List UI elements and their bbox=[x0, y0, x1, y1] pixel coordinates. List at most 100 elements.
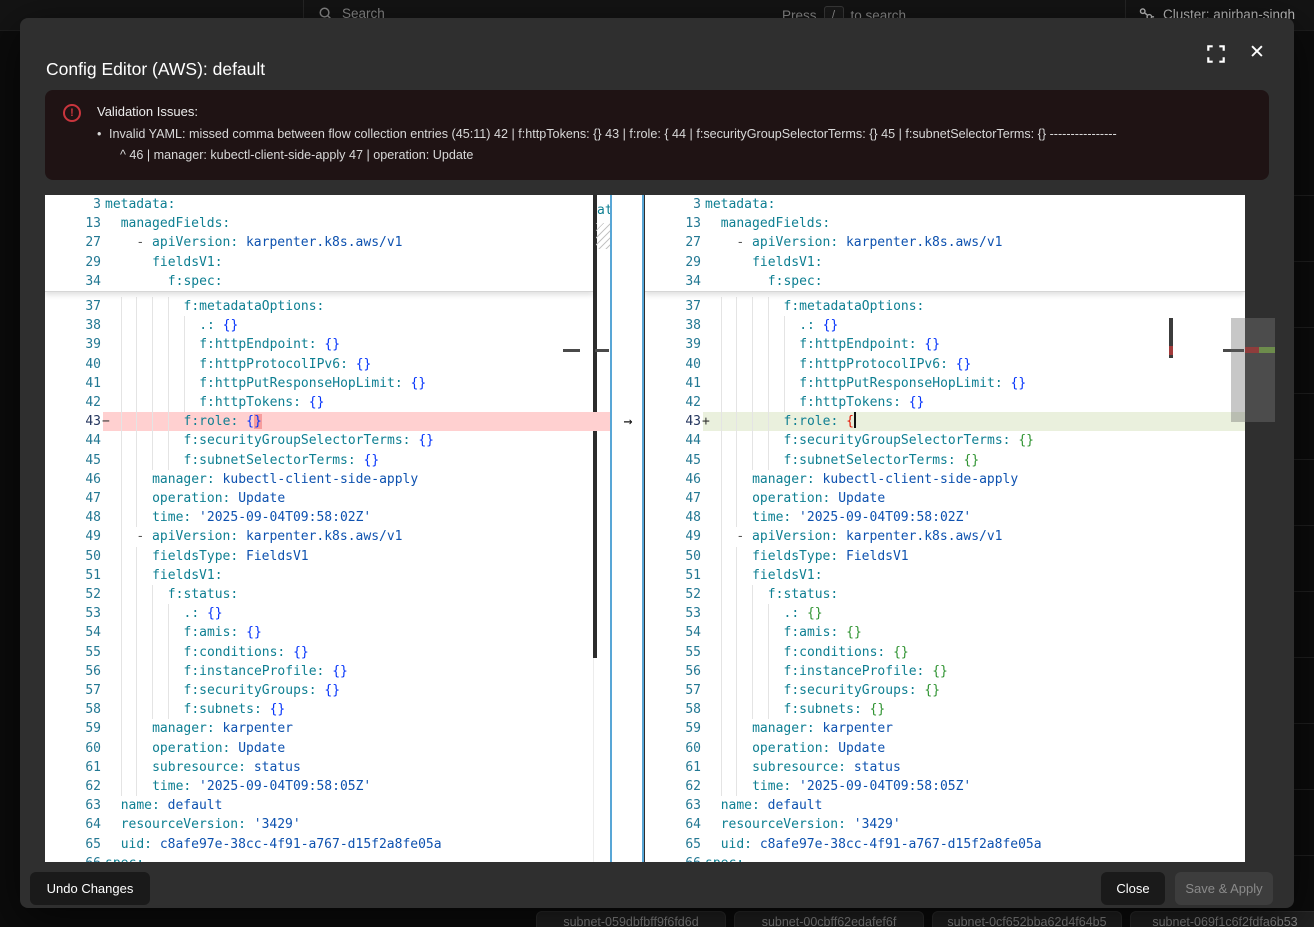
code-line-modified-52[interactable]: 52f:status: bbox=[645, 585, 1245, 604]
sash-right-border[interactable] bbox=[642, 195, 644, 862]
code-line-original-60[interactable]: 60operation: Update bbox=[45, 739, 593, 758]
indent-guide bbox=[721, 623, 722, 642]
token: f:httpPutResponseHopLimit: bbox=[199, 376, 403, 391]
code-line-modified-39[interactable]: 39f:httpEndpoint: {} bbox=[645, 335, 1245, 354]
code-line-original-sticky-34[interactable]: 34f:spec: bbox=[45, 272, 593, 291]
code-line-original-sticky-29[interactable]: 29fieldsV1: bbox=[45, 253, 593, 272]
code-line-modified-50[interactable]: 50fieldsType: FieldsV1 bbox=[645, 547, 1245, 566]
code-line-original-57[interactable]: 57f:securityGroups: {} bbox=[45, 681, 593, 700]
code-line-modified-66[interactable]: 66spec: bbox=[645, 854, 1245, 862]
code-line-original-39[interactable]: 39f:httpEndpoint: {} bbox=[45, 335, 593, 354]
code-line-modified-64[interactable]: 64resourceVersion: '3429' bbox=[645, 815, 1245, 834]
code-line-modified-42[interactable]: 42f:httpTokens: {} bbox=[645, 393, 1245, 412]
code-line-modified-38[interactable]: 38.: {} bbox=[645, 316, 1245, 335]
code-line-original-sticky-3[interactable]: 3metadata: bbox=[45, 195, 593, 214]
code-line-modified-57[interactable]: 57f:securityGroups: {} bbox=[645, 681, 1245, 700]
token: f:instanceProfile: bbox=[184, 664, 325, 679]
code-line-original-52[interactable]: 52f:status: bbox=[45, 585, 593, 604]
token: {} bbox=[924, 683, 940, 698]
code-line-original-64[interactable]: 64resourceVersion: '3429' bbox=[45, 815, 593, 834]
code-line-original-54[interactable]: 54f:amis: {} bbox=[45, 623, 593, 642]
code-line-modified-53[interactable]: 53.: {} bbox=[645, 604, 1245, 623]
code-line-original-46[interactable]: 46manager: kubectl-client-side-apply bbox=[45, 470, 593, 489]
fullscreen-icon[interactable] bbox=[1205, 43, 1227, 65]
code-line-modified-sticky-3[interactable]: 3metadata: bbox=[645, 195, 1245, 214]
code-line-modified-sticky-29[interactable]: 29fieldsV1: bbox=[645, 253, 1245, 272]
code-line-original-66[interactable]: 66spec: bbox=[45, 854, 593, 862]
token: - bbox=[736, 235, 752, 250]
code-line-original-59[interactable]: 59manager: karpenter bbox=[45, 719, 593, 738]
code-line-original-40[interactable]: 40f:httpProtocolIPv6: {} bbox=[45, 355, 593, 374]
code-text: f:instanceProfile: {} bbox=[184, 662, 348, 681]
code-line-original-41[interactable]: 41f:httpPutResponseHopLimit: {} bbox=[45, 374, 593, 393]
code-line-original-45[interactable]: 45f:subnetSelectorTerms: {} bbox=[45, 451, 593, 470]
code-line-original-37[interactable]: 37f:metadataOptions: bbox=[45, 297, 593, 316]
code-line-original-49[interactable]: 49- apiVersion: karpenter.k8s.aws/v1 bbox=[45, 527, 593, 546]
code-line-original-48[interactable]: 48time: '2025-09-04T09:58:02Z' bbox=[45, 508, 593, 527]
code-line-original-56[interactable]: 56f:instanceProfile: {} bbox=[45, 662, 593, 681]
indent-guide bbox=[784, 393, 785, 412]
code-line-original-38[interactable]: 38.: {} bbox=[45, 316, 593, 335]
code-line-modified-44[interactable]: 44f:securityGroupSelectorTerms: {} bbox=[645, 431, 1245, 450]
code-line-original-43[interactable]: 43−f:role: {} bbox=[45, 412, 593, 431]
code-line-original-sticky-13[interactable]: 13managedFields: bbox=[45, 214, 593, 233]
code-line-modified-sticky-34[interactable]: 34f:spec: bbox=[645, 272, 1245, 291]
code-line-modified-56[interactable]: 56f:instanceProfile: {} bbox=[645, 662, 1245, 681]
revert-change-arrow-icon[interactable]: → bbox=[613, 411, 643, 431]
code-line-modified-45[interactable]: 45f:subnetSelectorTerms: {} bbox=[645, 451, 1245, 470]
code-line-modified-59[interactable]: 59manager: karpenter bbox=[645, 719, 1245, 738]
code-line-modified-48[interactable]: 48time: '2025-09-04T09:58:02Z' bbox=[645, 508, 1245, 527]
close-icon[interactable]: ✕ bbox=[1245, 41, 1269, 65]
modal-title: Config Editor (AWS): default bbox=[46, 59, 265, 80]
code-line-original-47[interactable]: 47operation: Update bbox=[45, 489, 593, 508]
original-sticky-scroll-header[interactable]: 3metadata:13managedFields:27- apiVersion… bbox=[45, 195, 593, 292]
code-line-modified-49[interactable]: 49- apiVersion: karpenter.k8s.aws/v1 bbox=[645, 527, 1245, 546]
code-line-modified-40[interactable]: 40f:httpProtocolIPv6: {} bbox=[645, 355, 1245, 374]
code-line-modified-63[interactable]: 63name: default bbox=[645, 796, 1245, 815]
diff-original-pane[interactable]: 37f:metadataOptions:38.: {}39f:httpEndpo… bbox=[45, 195, 593, 862]
right-scrollbar-thumb[interactable] bbox=[1231, 318, 1245, 422]
code-line-modified-51[interactable]: 51fieldsV1: bbox=[645, 566, 1245, 585]
code-line-modified-65[interactable]: 65uid: c8afe97e-38cc-4f91-a767-d15f2a8fe… bbox=[645, 835, 1245, 854]
code-line-modified-61[interactable]: 61subresource: status bbox=[645, 758, 1245, 777]
code-line-modified-37[interactable]: 37f:metadataOptions: bbox=[645, 297, 1245, 316]
sash-left-border[interactable] bbox=[610, 195, 612, 862]
modified-sticky-scroll-header[interactable]: 3metadata:13managedFields:27- apiVersion… bbox=[645, 195, 1245, 292]
indent-guide bbox=[752, 316, 753, 335]
screen: Search Press / to search Cluster: anirba… bbox=[0, 0, 1314, 927]
code-line-original-58[interactable]: 58f:subnets: {} bbox=[45, 700, 593, 719]
code-line-original-42[interactable]: 42f:httpTokens: {} bbox=[45, 393, 593, 412]
code-line-modified-47[interactable]: 47operation: Update bbox=[645, 489, 1245, 508]
diff-overview-ruler[interactable] bbox=[1245, 195, 1275, 862]
undo-changes-button[interactable]: Undo Changes bbox=[30, 872, 150, 905]
code-line-modified-62[interactable]: 62time: '2025-09-04T09:58:05Z' bbox=[645, 777, 1245, 796]
token: {} bbox=[1011, 376, 1027, 391]
indent-guide bbox=[721, 604, 722, 623]
line-number: 50 bbox=[659, 547, 701, 566]
code-line-original-50[interactable]: 50fieldsType: FieldsV1 bbox=[45, 547, 593, 566]
code-line-original-sticky-27[interactable]: 27- apiVersion: karpenter.k8s.aws/v1 bbox=[45, 233, 593, 252]
save-apply-button[interactable]: Save & Apply bbox=[1175, 872, 1273, 905]
code-line-modified-sticky-13[interactable]: 13managedFields: bbox=[645, 214, 1245, 233]
viewport-indicator[interactable] bbox=[1245, 318, 1275, 422]
code-line-modified-46[interactable]: 46manager: kubectl-client-side-apply bbox=[645, 470, 1245, 489]
code-line-original-53[interactable]: 53.: {} bbox=[45, 604, 593, 623]
code-line-original-63[interactable]: 63name: default bbox=[45, 796, 593, 815]
token: '2025-09-04T09:58:05Z' bbox=[191, 779, 371, 794]
code-line-modified-sticky-27[interactable]: 27- apiVersion: karpenter.k8s.aws/v1 bbox=[645, 233, 1245, 252]
code-line-modified-58[interactable]: 58f:subnets: {} bbox=[645, 700, 1245, 719]
code-line-modified-54[interactable]: 54f:amis: {} bbox=[645, 623, 1245, 642]
code-line-modified-41[interactable]: 41f:httpPutResponseHopLimit: {} bbox=[645, 374, 1245, 393]
code-line-original-44[interactable]: 44f:securityGroupSelectorTerms: {} bbox=[45, 431, 593, 450]
code-line-original-55[interactable]: 55f:conditions: {} bbox=[45, 643, 593, 662]
diff-modified-pane[interactable]: 37f:metadataOptions:38.: {}39f:httpEndpo… bbox=[645, 195, 1245, 862]
code-line-modified-43[interactable]: 43+f:role: { bbox=[645, 412, 1245, 431]
code-line-original-51[interactable]: 51fieldsV1: bbox=[45, 566, 593, 585]
code-line-original-61[interactable]: 61subresource: status bbox=[45, 758, 593, 777]
close-button[interactable]: Close bbox=[1101, 872, 1165, 905]
line-number: 52 bbox=[659, 585, 701, 604]
code-line-original-65[interactable]: 65uid: c8afe97e-38cc-4f91-a767-d15f2a8fe… bbox=[45, 835, 593, 854]
code-line-modified-60[interactable]: 60operation: Update bbox=[645, 739, 1245, 758]
code-line-original-62[interactable]: 62time: '2025-09-04T09:58:05Z' bbox=[45, 777, 593, 796]
code-line-modified-55[interactable]: 55f:conditions: {} bbox=[645, 643, 1245, 662]
